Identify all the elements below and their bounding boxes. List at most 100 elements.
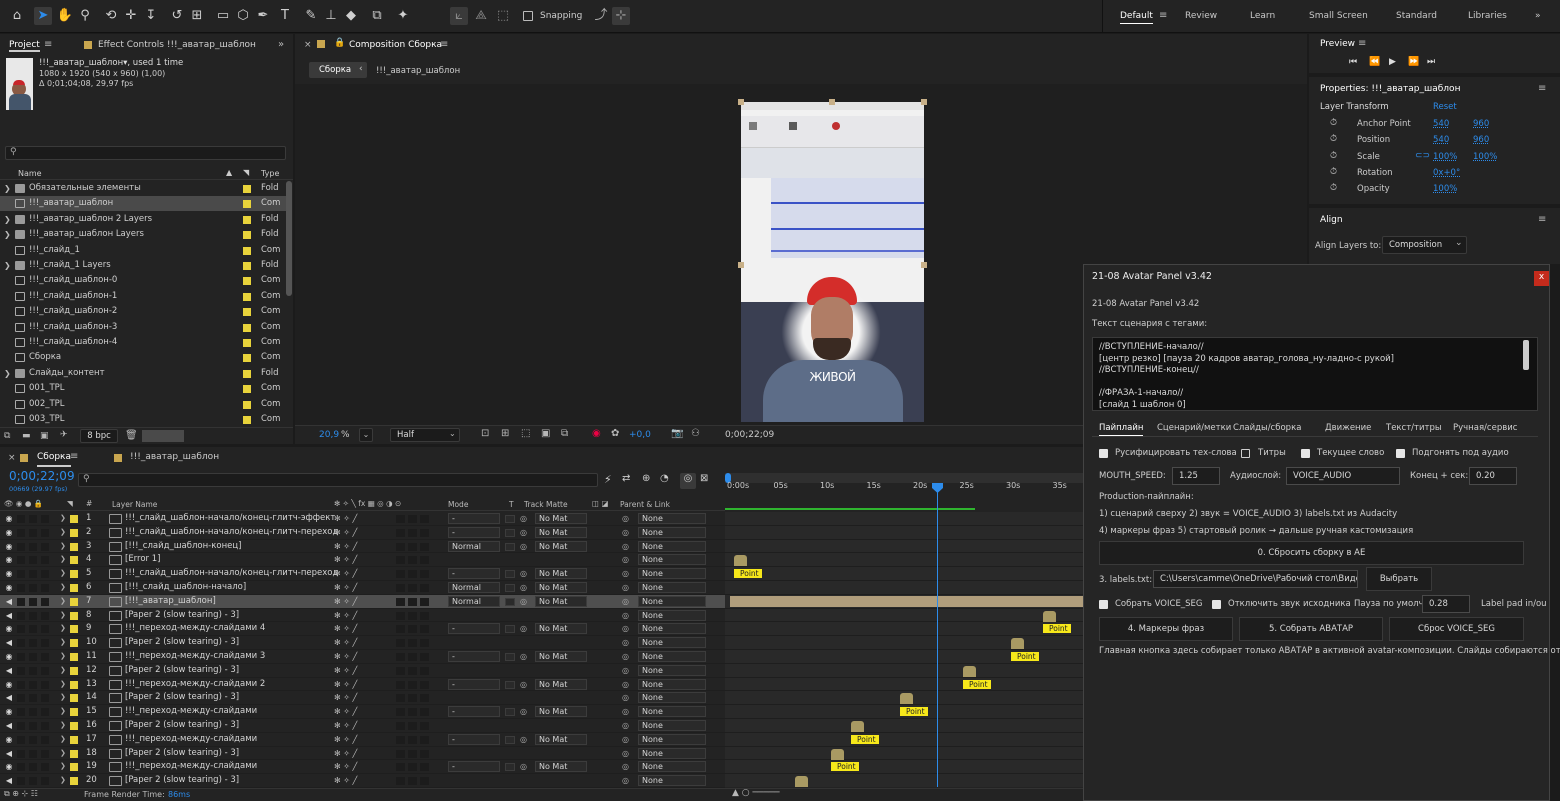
- new-composition-icon[interactable]: ▣: [40, 431, 49, 441]
- parent-pickwhip-icon[interactable]: ◎: [622, 650, 629, 664]
- switch-box[interactable]: [420, 515, 429, 523]
- property-value-1[interactable]: 100%: [1433, 152, 1457, 162]
- col-layer-name[interactable]: Layer Name: [112, 500, 157, 509]
- bpc-button[interactable]: 8 bpc: [80, 429, 118, 443]
- zoom-tool-icon[interactable]: ⚲: [76, 7, 94, 25]
- avatar-tab[interactable]: Пайплайн: [1099, 423, 1144, 436]
- preserve-transparency-toggle[interactable]: [505, 625, 515, 634]
- workspace-standard[interactable]: Standard: [1396, 11, 1437, 21]
- property-value-1[interactable]: 0x+0°: [1433, 168, 1460, 178]
- mode-select[interactable]: -: [448, 706, 500, 718]
- project-item[interactable]: ❯ Обязательные элементы Fold: [0, 181, 292, 196]
- label-swatch[interactable]: [243, 200, 251, 209]
- table-row[interactable]: ◀ ❯ 18 [Paper 2 (slow tearing) - 3] ✻ ✧ ╱ ◎ No…: [0, 747, 725, 761]
- layer-name[interactable]: [Paper 2 (slow tearing) - 3]: [125, 719, 239, 733]
- solo-switch[interactable]: [29, 556, 37, 565]
- timeline-search-input[interactable]: ⚲: [78, 473, 598, 487]
- view-axis-icon[interactable]: ⬚: [494, 7, 512, 25]
- parent-select[interactable]: None: [638, 761, 706, 773]
- layer-label-swatch[interactable]: [70, 777, 78, 786]
- layer-name[interactable]: !!!_слайд_шаблон-начало/конец-глитч-пере…: [125, 526, 338, 540]
- parent-pickwhip-icon[interactable]: ◎: [622, 553, 629, 567]
- layer-name[interactable]: !!!_слайд_шаблон-начало/конец-глитч-эффе…: [125, 512, 335, 526]
- guides-icon[interactable]: ⧉: [561, 428, 568, 439]
- workspace-default[interactable]: Default: [1120, 11, 1153, 24]
- table-row[interactable]: ◉ ❯ 11 !!!_переход-между-слайдами 3 ✻ ✧ ╱ - ◎ N…: [0, 650, 725, 664]
- lock-switch[interactable]: [41, 625, 49, 634]
- layer-label-swatch[interactable]: [70, 556, 78, 565]
- expand-arrow-icon[interactable]: ❯: [60, 691, 66, 705]
- switch-box[interactable]: [396, 515, 405, 523]
- motion-blur-icon[interactable]: ◔: [660, 473, 669, 484]
- workspace-review[interactable]: Review: [1185, 11, 1217, 21]
- layer-name[interactable]: [Error 1]: [125, 553, 160, 567]
- audio-switch[interactable]: [17, 584, 25, 592]
- matte-pickwhip-icon[interactable]: ◎: [520, 526, 527, 540]
- lock-switch[interactable]: [41, 528, 49, 537]
- roto-brush-icon[interactable]: ⧉: [368, 7, 386, 25]
- draft-3d-icon[interactable]: ⚡: [604, 473, 612, 486]
- switch-box[interactable]: [420, 666, 429, 675]
- lock-switch[interactable]: [41, 584, 49, 592]
- matte-pickwhip-icon[interactable]: ◎: [520, 567, 527, 581]
- stopwatch-icon[interactable]: ⏱: [1330, 118, 1337, 128]
- table-row[interactable]: ◉ ❯ 2 !!!_слайд_шаблон-начало/конец-глитч-п…: [0, 526, 725, 540]
- reset-voice-seg-button[interactable]: Сброс VOICE_SEG: [1389, 617, 1524, 641]
- expand-arrow-icon[interactable]: ❯: [60, 733, 66, 747]
- lock-switch[interactable]: [41, 556, 49, 565]
- expand-arrow-icon[interactable]: ❯: [60, 622, 66, 636]
- rotation-tool-icon[interactable]: ↺: [168, 7, 186, 25]
- track-matte-select[interactable]: No Mat: [535, 706, 587, 718]
- next-frame-icon[interactable]: ⏩: [1408, 57, 1419, 67]
- expand-arrow-icon[interactable]: ❯: [60, 540, 66, 554]
- layer-switches-icons[interactable]: ✻ ✧ ╱: [334, 567, 357, 581]
- preserve-transparency-toggle[interactable]: [505, 680, 515, 689]
- layer-name[interactable]: [Paper 2 (slow tearing) - 3]: [125, 747, 239, 761]
- table-row[interactable]: ◀ ❯ 12 [Paper 2 (slow tearing) - 3] ✻ ✧ ╱ ◎ No…: [0, 664, 725, 678]
- table-row[interactable]: ◀ ❯ 10 [Paper 2 (slow tearing) - 3] ✻ ✧ ╱ ◎ No…: [0, 636, 725, 650]
- layer-switches-icons[interactable]: ✻ ✧ ╱: [334, 678, 357, 692]
- fit-audio-checkbox[interactable]: [1396, 449, 1405, 458]
- switch-box[interactable]: [396, 666, 405, 675]
- audio-toggle-icon[interactable]: ◀: [4, 774, 14, 788]
- home-icon[interactable]: ⌂: [8, 7, 26, 25]
- visibility-eye-icon[interactable]: ◉: [4, 760, 14, 774]
- layer-name[interactable]: [!!!_слайд_шаблон-начало]: [125, 581, 246, 595]
- audio-switch[interactable]: [17, 666, 25, 675]
- lock-switch[interactable]: [41, 749, 49, 758]
- expand-arrow-icon[interactable]: ❯: [4, 181, 11, 196]
- audio-switch[interactable]: [17, 611, 25, 620]
- label-swatch[interactable]: [243, 339, 251, 347]
- layer-label-swatch[interactable]: [70, 597, 78, 606]
- lock-switch[interactable]: [41, 763, 49, 772]
- matte-pickwhip-icon[interactable]: ◎: [520, 512, 527, 526]
- play-icon[interactable]: ▶: [1389, 57, 1396, 67]
- mask-visibility-icon[interactable]: ⬚: [521, 428, 530, 439]
- col-parent[interactable]: Parent & Link: [620, 500, 670, 509]
- project-item[interactable]: !!!_слайд_шаблон-2 Com: [0, 304, 292, 319]
- layer-name[interactable]: [Paper 2 (slow tearing) - 3]: [125, 609, 239, 623]
- layer-name[interactable]: !!!_переход-между-слайдами 2: [125, 678, 265, 692]
- track-row[interactable]: [725, 539, 1083, 554]
- layer-switches-icons[interactable]: ✻ ✧ ╱: [334, 691, 357, 705]
- zoom-value[interactable]: 20,9: [319, 430, 339, 440]
- parent-pickwhip-icon[interactable]: ◎: [622, 691, 629, 705]
- property-value-1[interactable]: 540: [1433, 135, 1449, 145]
- window-close-button[interactable]: x: [1534, 271, 1549, 286]
- parent-pickwhip-icon[interactable]: ◎: [622, 760, 629, 774]
- column-name[interactable]: Name: [18, 169, 42, 178]
- layer-switches-icons[interactable]: ✻ ✧ ╱: [334, 636, 357, 650]
- property-value-1[interactable]: 100%: [1433, 184, 1457, 194]
- expand-arrow-icon[interactable]: ❯: [60, 512, 66, 526]
- parent-pickwhip-icon[interactable]: ◎: [622, 705, 629, 719]
- lock-switch[interactable]: [41, 666, 49, 675]
- audio-switch[interactable]: [17, 542, 25, 551]
- audio-switch[interactable]: [17, 708, 25, 717]
- label-swatch[interactable]: [243, 354, 251, 363]
- layer-switches-icons[interactable]: ✻ ✧ ╱: [334, 622, 357, 636]
- table-row[interactable]: ◉ ❯ 6 [!!!_слайд_шаблон-начало] ✻ ✧ ╱ Normal ◎…: [0, 581, 725, 595]
- project-item[interactable]: ❯ !!!_аватар_шаблон Layers Fold: [0, 227, 292, 242]
- puppet-tool-icon[interactable]: ✦: [394, 7, 412, 25]
- solo-switch[interactable]: [29, 611, 37, 620]
- graph-editor-icon[interactable]: ◎: [680, 473, 696, 489]
